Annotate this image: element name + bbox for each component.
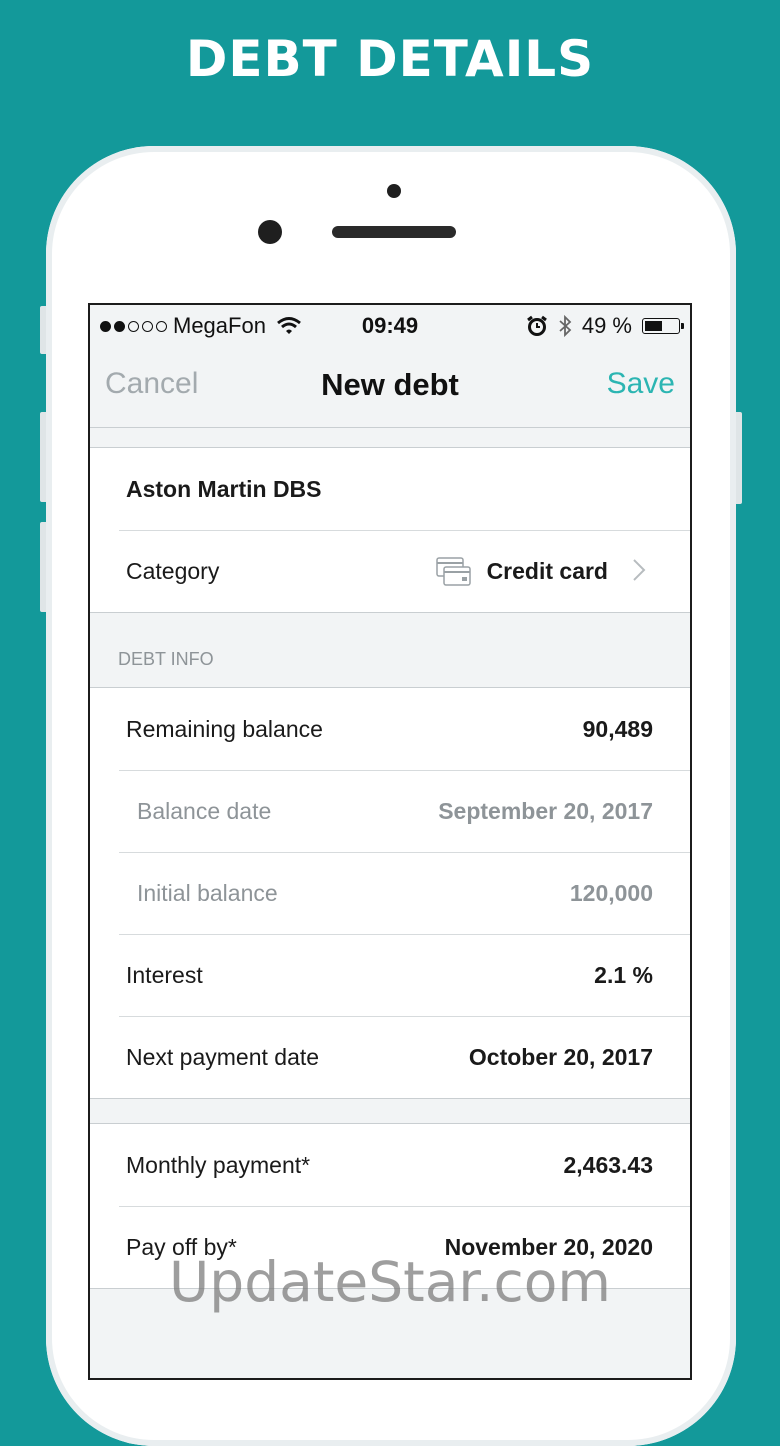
- status-bar: MegaFon 09:49 49 %: [90, 305, 690, 345]
- debt-name-row[interactable]: Aston Martin DBS: [90, 448, 690, 530]
- next-payment-date-value[interactable]: October 20, 2017: [469, 1044, 653, 1071]
- balance-date-value[interactable]: September 20, 2017: [438, 798, 653, 825]
- initial-balance-value[interactable]: 120,000: [570, 880, 653, 907]
- monthly-payment-row[interactable]: Monthly payment* 2,463.43: [90, 1124, 690, 1206]
- monthly-payment-label: Monthly payment*: [126, 1152, 311, 1178]
- category-label: Category: [126, 558, 220, 584]
- interest-row[interactable]: Interest 2.1 %: [90, 934, 690, 1016]
- section-title: DEBT INFO: [118, 649, 214, 669]
- balance-date-row[interactable]: Balance date September 20, 2017: [90, 770, 690, 852]
- debt-info-group: Remaining balance 90,489 Balance date Se…: [90, 687, 690, 1099]
- earpiece-speaker: [332, 226, 456, 238]
- interest-label: Interest: [126, 962, 203, 988]
- category-value: Credit card: [486, 558, 608, 584]
- credit-card-icon: [436, 557, 471, 586]
- chevron-right-icon: [633, 559, 646, 581]
- debt-name-field[interactable]: Aston Martin DBS: [126, 476, 322, 503]
- next-payment-date-row[interactable]: Next payment date October 20, 2017: [90, 1016, 690, 1098]
- banner-title: DEBT DETAILS: [185, 30, 595, 88]
- category-row[interactable]: Category Credit card: [90, 530, 690, 612]
- debt-info-header: DEBT INFO: [90, 613, 690, 687]
- watermark: UpdateStar.com: [169, 1250, 611, 1314]
- battery-percent: 49 %: [581, 313, 632, 338]
- next-payment-date-label: Next payment date: [126, 1044, 320, 1070]
- app-screen: MegaFon 09:49 49 % Cancel New debt Save: [88, 303, 692, 1380]
- remaining-balance-row[interactable]: Remaining balance 90,489: [90, 688, 690, 770]
- front-camera: [258, 220, 282, 244]
- bluetooth-icon: [559, 314, 572, 338]
- remaining-balance-value[interactable]: 90,489: [583, 716, 653, 743]
- monthly-payment-value[interactable]: 2,463.43: [563, 1152, 653, 1179]
- balance-date-label: Balance date: [137, 798, 272, 824]
- remaining-balance-label: Remaining balance: [126, 716, 323, 742]
- alarm-icon: [526, 315, 547, 336]
- proximity-sensor: [387, 184, 401, 198]
- interest-value[interactable]: 2.1 %: [594, 962, 653, 989]
- battery-icon: [642, 318, 684, 334]
- debt-identity-group: Aston Martin DBS Category Credit card: [90, 447, 690, 613]
- page-title: New debt: [321, 367, 459, 402]
- initial-balance-label: Initial balance: [137, 880, 278, 906]
- navigation-bar: Cancel New debt Save: [90, 345, 690, 428]
- save-button[interactable]: Save: [607, 367, 675, 401]
- initial-balance-row[interactable]: Initial balance 120,000: [90, 852, 690, 934]
